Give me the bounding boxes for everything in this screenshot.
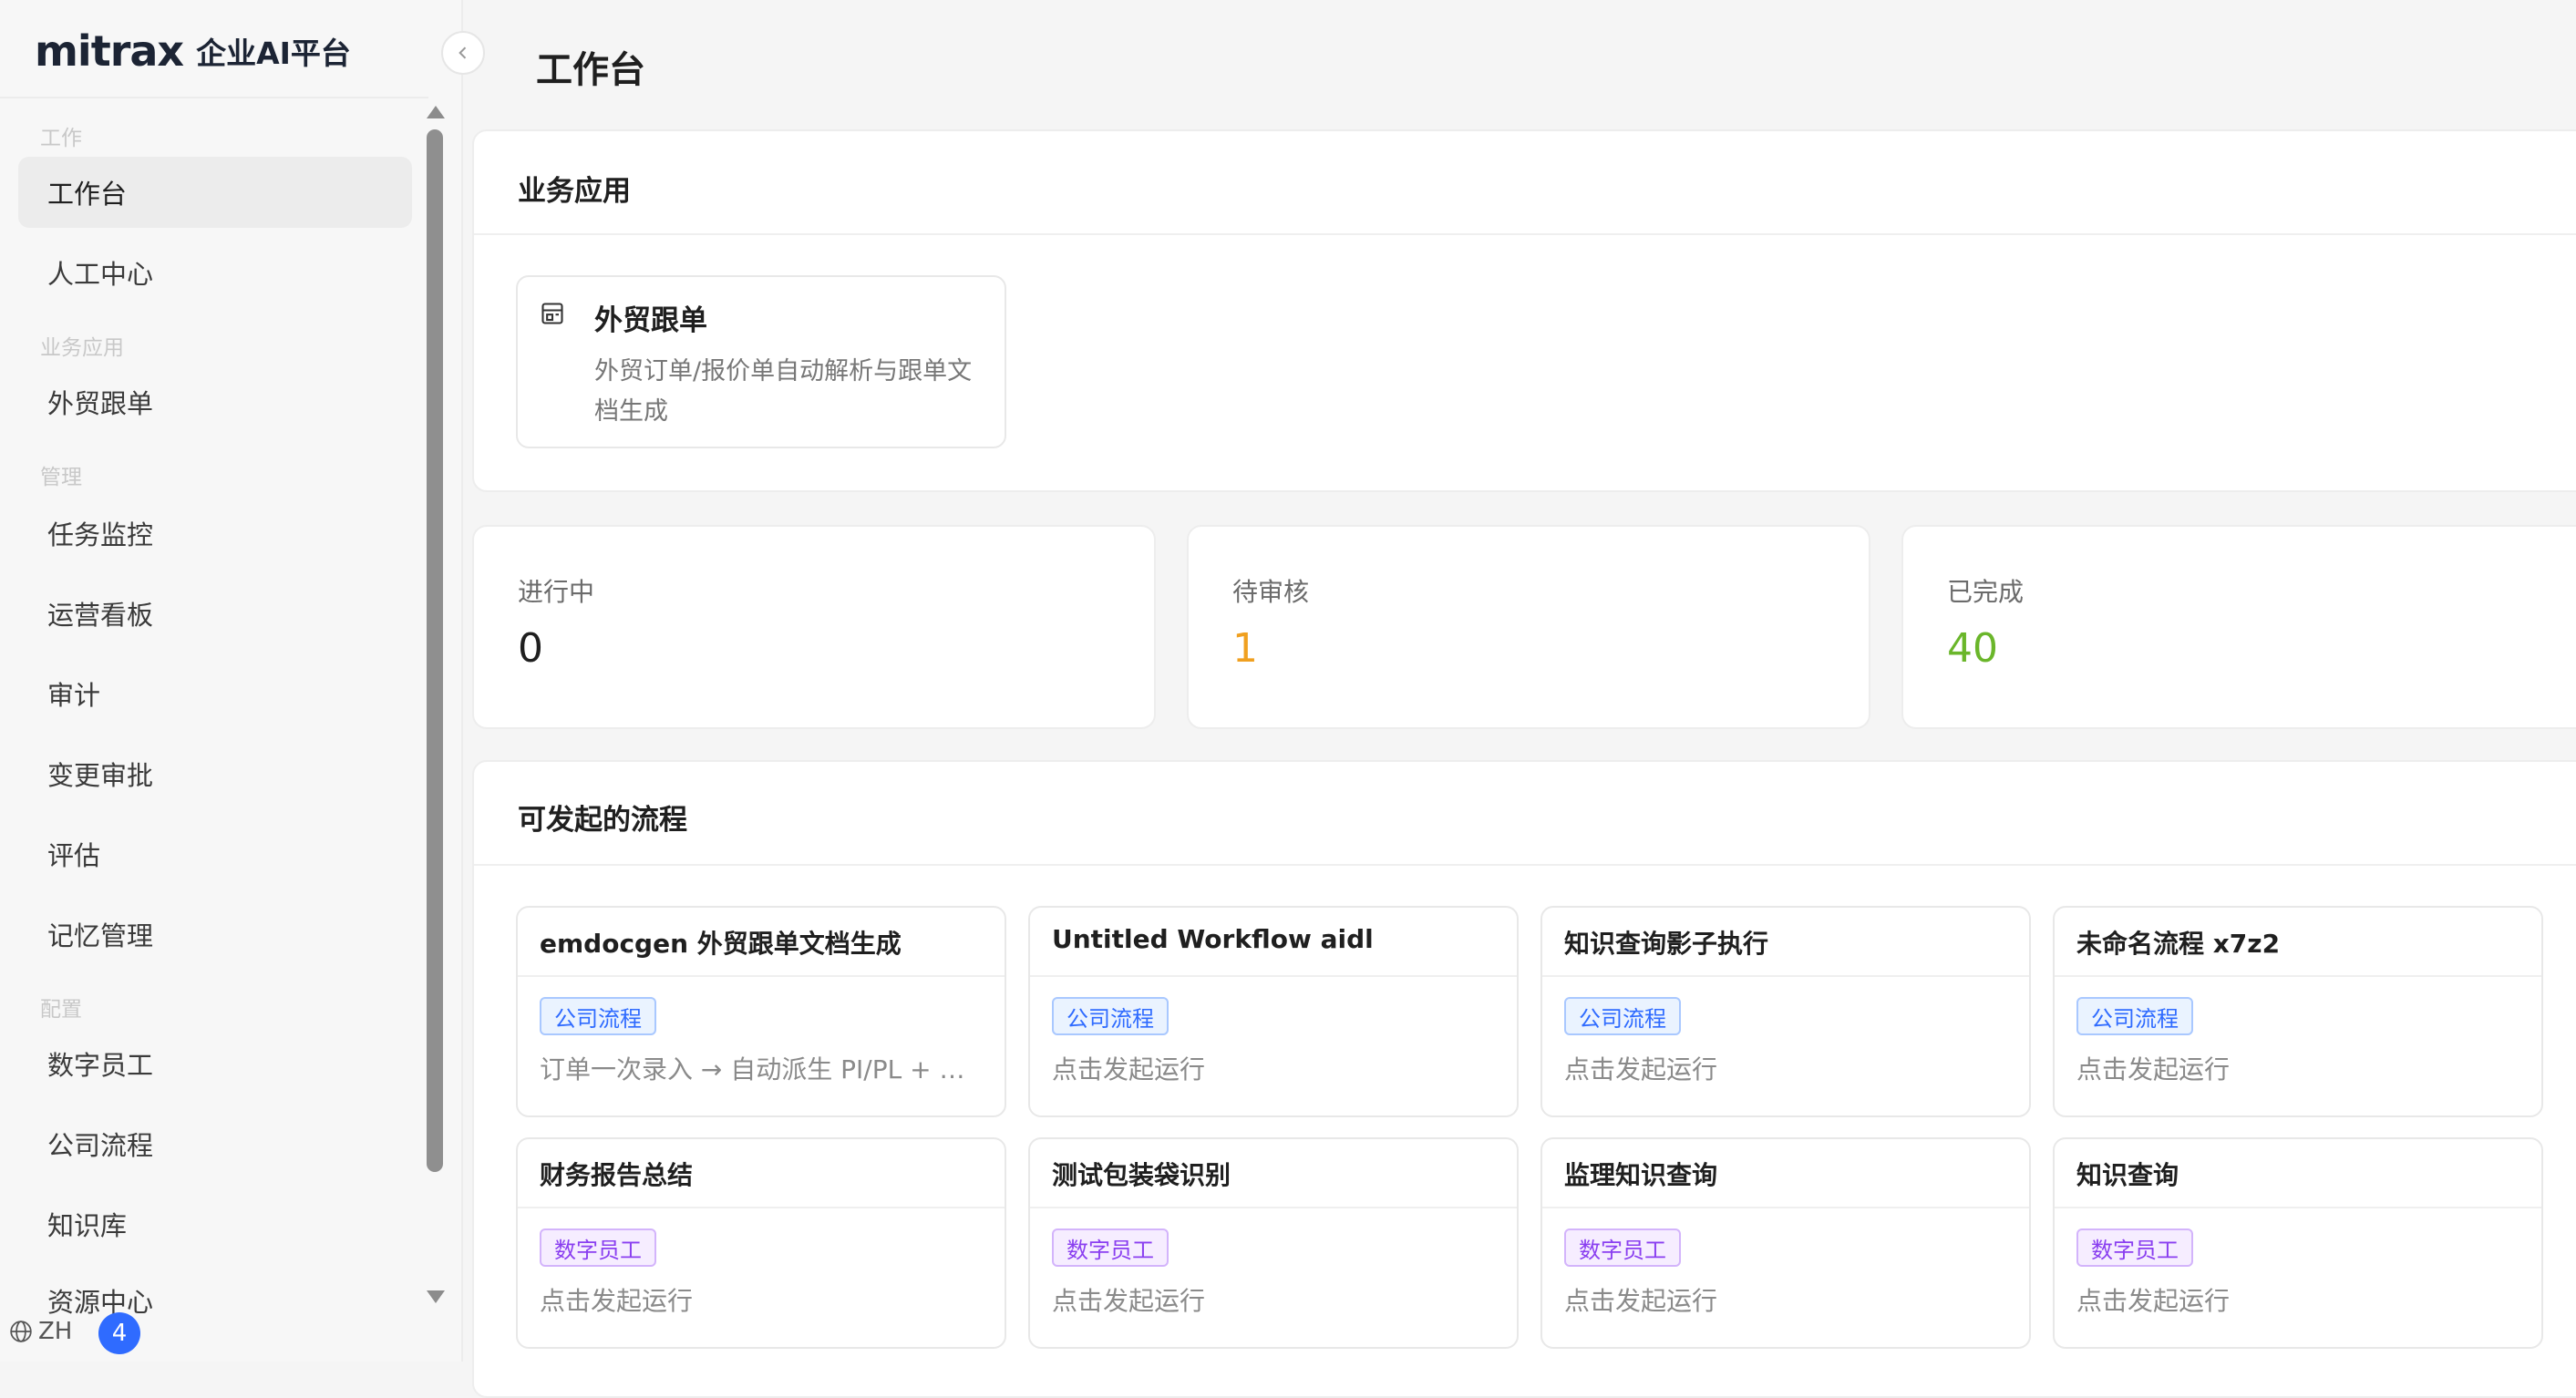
- flow-name: 财务报告总结: [540, 1160, 694, 1190]
- app-description: 外贸订单/报价单自动解析与跟单文档生成: [594, 357, 973, 426]
- stat-card-in-progress[interactable]: 进行中 0: [472, 525, 1156, 729]
- flow-description: 点击发起运行: [1052, 1286, 1206, 1316]
- flow-tag: 数字员工: [1052, 1228, 1169, 1267]
- scroll-down-arrow-icon[interactable]: [427, 1290, 445, 1303]
- flow-card[interactable]: emdocgen 外贸跟单文档生成 公司流程 订单一次录入 → 自动派生 PI/…: [516, 906, 1006, 1117]
- language-label: ZH: [38, 1318, 73, 1345]
- sidebar-item-evaluation[interactable]: 评估: [18, 818, 412, 889]
- flow-card[interactable]: Untitled Workflow aidl 公司流程 点击发起运行: [1028, 906, 1519, 1117]
- flow-tag: 公司流程: [1052, 997, 1169, 1035]
- language-switch[interactable]: ZH: [9, 1318, 72, 1345]
- store-icon: [540, 301, 565, 330]
- flow-divider: [1542, 975, 2029, 977]
- brand-logo: mitrax: [35, 26, 184, 76]
- stat-label: 进行中: [518, 577, 595, 607]
- flow-description: 点击发起运行: [2076, 1286, 2231, 1316]
- flow-name: emdocgen 外贸跟单文档生成: [540, 929, 902, 959]
- flow-name: Untitled Workflow aidl: [1052, 924, 1374, 954]
- flow-tag: 公司流程: [2076, 997, 2193, 1035]
- flow-divider: [1542, 1207, 2029, 1208]
- stat-label: 待审核: [1232, 577, 1310, 607]
- flow-divider: [518, 1207, 1005, 1208]
- flow-name: 知识查询影子执行: [1564, 929, 1769, 959]
- flow-name: 监理知识查询: [1564, 1160, 1718, 1190]
- sidebar-item-ops-board[interactable]: 运营看板: [18, 578, 412, 649]
- flow-card[interactable]: 知识查询 数字员工 点击发起运行: [2053, 1137, 2543, 1349]
- flow-tag: 公司流程: [1564, 997, 1681, 1035]
- flows-card-divider: [474, 864, 2576, 866]
- flow-description: 点击发起运行: [1564, 1054, 1718, 1084]
- scroll-up-arrow-icon[interactable]: [427, 106, 445, 118]
- flow-tag: 公司流程: [540, 997, 656, 1035]
- flow-card[interactable]: 测试包装袋识别 数字员工 点击发起运行: [1028, 1137, 1519, 1349]
- brand-name: 企业AI平台: [196, 36, 351, 71]
- notification-badge[interactable]: 4: [98, 1312, 140, 1354]
- stat-card-completed[interactable]: 已完成 40: [1901, 525, 2576, 729]
- sidebar-item-workbench[interactable]: 工作台: [18, 157, 412, 228]
- sidebar-item-audit[interactable]: 审计: [18, 658, 412, 729]
- sidebar-item-human-center[interactable]: 人工中心: [18, 237, 412, 308]
- flow-name: 知识查询: [2076, 1160, 2179, 1190]
- sidebar-item-memory[interactable]: 记忆管理: [18, 899, 412, 970]
- flow-description: 点击发起运行: [1564, 1286, 1718, 1316]
- sidebar-item-change-approval[interactable]: 变更审批: [18, 738, 412, 809]
- scroll-thumb[interactable]: [427, 129, 443, 1172]
- collapse-sidebar-button[interactable]: [441, 31, 485, 75]
- sidebar: mitrax 企业AI平台 工作 工作台 人工中心 业务应用 外贸跟单 管理 任…: [0, 0, 463, 1362]
- flow-tag: 数字员工: [1564, 1228, 1681, 1267]
- apps-card-divider: [474, 233, 2576, 235]
- flow-description: 订单一次录入 → 自动派生 PI/PL + 跨...: [540, 1054, 986, 1084]
- sidebar-scrollbar[interactable]: [421, 102, 450, 1307]
- brand-divider: [0, 97, 428, 98]
- nav-group-config: 配置: [40, 998, 82, 1022]
- flow-divider: [1030, 1207, 1517, 1208]
- flow-divider: [2055, 1207, 2541, 1208]
- stat-value: 40: [1947, 625, 1998, 672]
- apps-card-title: 业务应用: [518, 175, 631, 208]
- flow-card[interactable]: 未命名流程 x7z2 公司流程 点击发起运行: [2053, 906, 2543, 1117]
- sidebar-item-knowledge[interactable]: 知识库: [18, 1188, 412, 1259]
- flow-divider: [1030, 975, 1517, 977]
- flow-card[interactable]: 监理知识查询 数字员工 点击发起运行: [1540, 1137, 2031, 1349]
- sidebar-item-digital-staff[interactable]: 数字员工: [18, 1028, 412, 1099]
- flow-name: 测试包装袋识别: [1052, 1160, 1231, 1190]
- stat-card-pending-review[interactable]: 待审核 1: [1187, 525, 1870, 729]
- flow-description: 点击发起运行: [2076, 1054, 2231, 1084]
- flows-card-title: 可发起的流程: [518, 804, 687, 837]
- globe-icon: [10, 1321, 32, 1342]
- flow-tag: 数字员工: [540, 1228, 656, 1267]
- flow-card[interactable]: 财务报告总结 数字员工 点击发起运行: [516, 1137, 1006, 1349]
- app-name: 外贸跟单: [594, 304, 707, 337]
- sidebar-item-resources[interactable]: 资源中心: [18, 1269, 412, 1323]
- flow-divider: [518, 975, 1005, 977]
- flow-description: 点击发起运行: [540, 1286, 694, 1316]
- sidebar-item-trade-followup[interactable]: 外贸跟单: [18, 366, 412, 437]
- brand[interactable]: mitrax 企业AI平台: [35, 24, 351, 78]
- sidebar-item-task-monitor[interactable]: 任务监控: [18, 498, 412, 569]
- chevron-left-icon: [459, 46, 467, 59]
- stat-value: 0: [518, 625, 543, 672]
- flow-name: 未命名流程 x7z2: [2076, 929, 2281, 959]
- stat-value: 1: [1232, 625, 1258, 672]
- stat-label: 已完成: [1947, 577, 2025, 607]
- app-tile-trade-followup[interactable]: 外贸跟单 外贸订单/报价单自动解析与跟单文档生成: [516, 275, 1006, 448]
- nav-group-manage: 管理: [40, 466, 82, 489]
- flow-description: 点击发起运行: [1052, 1054, 1206, 1084]
- page-title: 工作台: [536, 49, 645, 91]
- nav-group-business: 业务应用: [40, 336, 124, 360]
- flow-divider: [2055, 975, 2541, 977]
- flow-card[interactable]: 知识查询影子执行 公司流程 点击发起运行: [1540, 906, 2031, 1117]
- sidebar-item-company-flows[interactable]: 公司流程: [18, 1108, 412, 1179]
- flow-tag: 数字员工: [2076, 1228, 2193, 1267]
- nav-group-work: 工作: [40, 127, 82, 150]
